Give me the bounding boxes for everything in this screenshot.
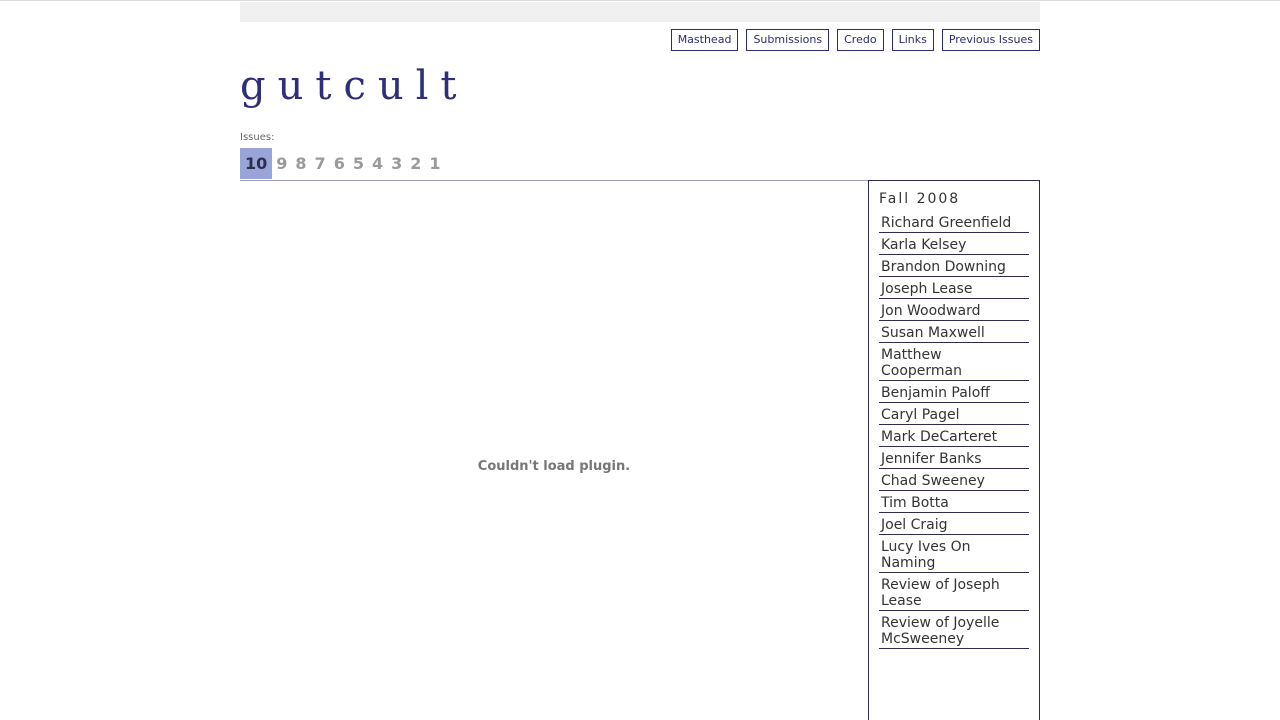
issue-6-link[interactable]: 6 <box>330 148 349 179</box>
issue-5-link[interactable]: 5 <box>349 148 368 179</box>
issue-7-link[interactable]: 7 <box>311 148 330 179</box>
contributor-link[interactable]: Susan Maxwell <box>879 321 1029 343</box>
issue-2-link[interactable]: 2 <box>406 148 425 179</box>
issue-selector: 10 9 8 7 6 5 4 3 2 1 <box>240 148 445 179</box>
plugin-error-message: Couldn't load plugin. <box>477 459 631 474</box>
issue-season-heading: Fall 2008 <box>879 191 961 207</box>
issues-label: Issues: <box>240 132 275 143</box>
issue-9-link[interactable]: 9 <box>272 148 291 179</box>
plugin-area[interactable]: Couldn't load plugin. <box>240 181 868 720</box>
site-logo[interactable]: gutcult <box>240 62 468 110</box>
page-wrapper: Masthead Submissions Credo Links Previou… <box>240 2 1040 720</box>
contributor-link[interactable]: Joseph Lease <box>879 277 1029 299</box>
contributor-link[interactable]: Matthew Cooperman <box>879 343 1029 381</box>
contributor-link[interactable]: Jennifer Banks <box>879 447 1029 469</box>
issue-1-link[interactable]: 1 <box>425 148 444 179</box>
contributor-link[interactable]: Chad Sweeney <box>879 469 1029 491</box>
top-band <box>240 2 1040 22</box>
contributor-link[interactable]: Caryl Pagel <box>879 403 1029 425</box>
contributor-link[interactable]: Jon Woodward <box>879 299 1029 321</box>
contributor-link[interactable]: Mark DeCarteret <box>879 425 1029 447</box>
issue-10-link[interactable]: 10 <box>240 148 273 179</box>
contents-sidebar: Fall 2008 Richard Greenfield Karla Kelse… <box>868 180 1040 720</box>
nav-previous-issues-link[interactable]: Previous Issues <box>941 29 1040 51</box>
contributor-link[interactable]: Review of Joyelle McSweeney <box>879 611 1029 649</box>
contributor-link[interactable]: Review of Joseph Lease <box>879 573 1029 611</box>
contributor-link[interactable]: Benjamin Paloff <box>879 381 1029 403</box>
contributor-list: Richard Greenfield Karla Kelsey Brandon … <box>879 211 1029 649</box>
issue-3-link[interactable]: 3 <box>387 148 406 179</box>
contributor-link[interactable]: Karla Kelsey <box>879 233 1029 255</box>
nav-credo-link[interactable]: Credo <box>837 29 884 51</box>
contributor-link[interactable]: Richard Greenfield <box>879 211 1029 233</box>
issue-4-link[interactable]: 4 <box>368 148 387 179</box>
contributor-link[interactable]: Joel Craig <box>879 513 1029 535</box>
contributor-link[interactable]: Brandon Downing <box>879 255 1029 277</box>
issue-8-link[interactable]: 8 <box>291 148 310 179</box>
contributor-link[interactable]: Lucy Ives On Naming <box>879 535 1029 573</box>
top-nav: Masthead Submissions Credo Links Previou… <box>670 29 1040 51</box>
nav-submissions-link[interactable]: Submissions <box>746 29 830 51</box>
top-border <box>0 0 1280 1</box>
nav-links-link[interactable]: Links <box>891 29 934 51</box>
contributor-link[interactable]: Tim Botta <box>879 491 1029 513</box>
nav-masthead-link[interactable]: Masthead <box>670 29 739 51</box>
